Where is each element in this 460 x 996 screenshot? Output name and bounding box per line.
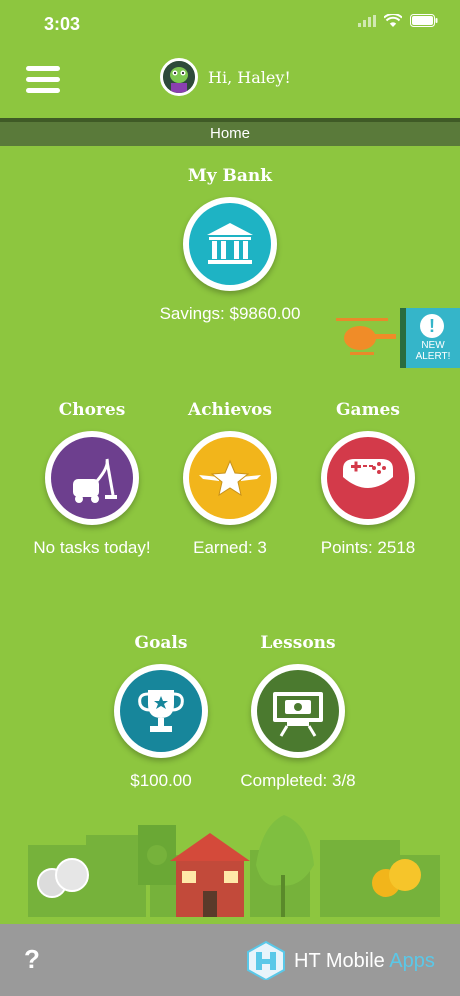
brand-accent: Apps bbox=[389, 950, 435, 972]
games-caption: Points: 2518 bbox=[320, 538, 416, 557]
signal-icon bbox=[358, 14, 376, 27]
alert-icon: ! bbox=[420, 314, 444, 338]
brand-main: HT Mobile bbox=[294, 950, 390, 972]
battery-icon bbox=[410, 14, 438, 27]
lessons-caption: Completed: 3/8 bbox=[240, 771, 356, 790]
star-wings-icon bbox=[199, 459, 261, 497]
greeting: Hi, Haley! bbox=[208, 68, 291, 87]
lesson-board-icon bbox=[273, 692, 323, 737]
bank-title: My Bank bbox=[187, 166, 273, 186]
alert-label: NEW ALERT! bbox=[406, 340, 460, 362]
lessons-title: Lessons bbox=[260, 633, 336, 653]
goals-button[interactable] bbox=[114, 664, 208, 758]
brand-name: HT Mobile Apps bbox=[294, 950, 435, 973]
avatar[interactable] bbox=[160, 58, 198, 96]
nav-bar: Home bbox=[0, 118, 460, 146]
ht-logo-icon bbox=[247, 940, 285, 980]
bank-icon bbox=[207, 223, 253, 264]
status-icons bbox=[358, 14, 438, 27]
menu-icon[interactable] bbox=[26, 66, 60, 94]
games-title: Games bbox=[336, 400, 400, 420]
lessons-button[interactable] bbox=[251, 664, 345, 758]
trophy-icon bbox=[138, 690, 184, 732]
wifi-icon bbox=[384, 14, 402, 27]
chores-button[interactable] bbox=[45, 431, 139, 525]
vacuum-icon bbox=[73, 458, 117, 503]
goals-title: Goals bbox=[134, 633, 188, 653]
status-time: 3:03 bbox=[44, 14, 81, 34]
achievos-button[interactable] bbox=[183, 431, 277, 525]
helicopter-icon bbox=[336, 318, 396, 355]
chores-title: Chores bbox=[58, 400, 126, 420]
achievos-title: Achievos bbox=[188, 400, 272, 420]
new-alert-button[interactable]: ! NEW ALERT! bbox=[400, 308, 460, 368]
brand-logo: HT Mobile Apps bbox=[244, 940, 454, 980]
status-bar: 3:03 bbox=[0, 0, 460, 50]
bank-caption: Savings: $9860.00 bbox=[159, 304, 301, 323]
page-title: Home bbox=[209, 125, 250, 142]
bank-button[interactable] bbox=[183, 197, 277, 291]
help-button[interactable]: ? bbox=[24, 944, 40, 975]
alert-line1: NEW bbox=[421, 340, 445, 351]
town-scene bbox=[0, 815, 460, 924]
alert-line2: ALERT! bbox=[415, 351, 451, 362]
gamepad-icon bbox=[343, 459, 393, 488]
header: Hi, Haley! bbox=[0, 50, 460, 118]
footer: ? HT Mobile Apps bbox=[0, 924, 460, 996]
games-button[interactable] bbox=[321, 431, 415, 525]
